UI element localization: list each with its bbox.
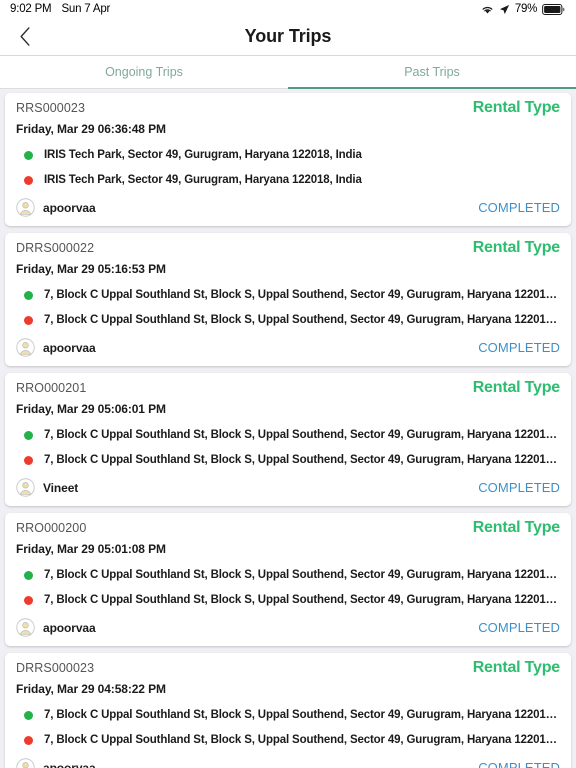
- tab-ongoing-trips-label: Ongoing Trips: [105, 65, 183, 79]
- trip-datetime: Friday, Mar 29 05:01:08 PM: [16, 542, 166, 556]
- page-title: Your Trips: [244, 26, 332, 46]
- status-badge: COMPLETED: [478, 480, 560, 495]
- trip-id: DRRS000023: [16, 661, 95, 675]
- pickup-address: IRIS Tech Park, Sector 49, Gurugram, Har…: [44, 149, 362, 161]
- trip-type-label: Rental Type: [472, 239, 561, 256]
- trip-card-footer: apoorvaa COMPLETED: [16, 338, 560, 357]
- tab-past-trips[interactable]: Past Trips: [288, 56, 576, 89]
- pickup-dot-icon: [24, 710, 33, 720]
- pickup-row: IRIS Tech Park, Sector 49, Gurugram, Har…: [16, 149, 560, 161]
- trip-card[interactable]: DRRS000023 Rental Type Friday, Mar 29 04…: [5, 653, 571, 768]
- trip-type-label: Rental Type: [472, 659, 561, 676]
- trip-card-footer: apoorvaa COMPLETED: [16, 618, 560, 637]
- trip-card-footer: Vineet COMPLETED: [16, 478, 560, 497]
- pickup-row: 7, Block C Uppal Southland St, Block S, …: [16, 569, 560, 581]
- trip-card[interactable]: DRRS000022 Rental Type Friday, Mar 29 05…: [5, 233, 571, 366]
- back-button[interactable]: [8, 18, 42, 55]
- avatar-icon: [16, 198, 35, 217]
- rider-name: Vineet: [43, 480, 79, 495]
- rider-name: apoorvaa: [43, 760, 96, 768]
- nav-bar: Your Trips: [0, 18, 576, 56]
- dropoff-address: 7, Block C Uppal Southland St, Block S, …: [44, 314, 560, 326]
- location-arrow-icon: [499, 4, 510, 15]
- trips-tab-bar: Ongoing Trips Past Trips: [0, 56, 576, 89]
- dropoff-dot-icon: [24, 455, 33, 465]
- dropoff-dot-icon: [24, 735, 33, 745]
- status-badge: COMPLETED: [478, 760, 560, 768]
- rider-info: apoorvaa: [16, 338, 96, 357]
- trip-id: DRRS000022: [16, 241, 95, 255]
- dropoff-row: 7, Block C Uppal Southland St, Block S, …: [16, 594, 560, 606]
- dropoff-row: 7, Block C Uppal Southland St, Block S, …: [16, 454, 560, 466]
- pickup-dot-icon: [24, 570, 33, 580]
- pickup-address: 7, Block C Uppal Southland St, Block S, …: [44, 569, 560, 581]
- trip-type-label: Rental Type: [472, 519, 561, 536]
- status-bar-left: 9:02 PM Sun 7 Apr: [10, 3, 110, 15]
- tab-ongoing-trips[interactable]: Ongoing Trips: [0, 56, 288, 88]
- trip-card-header: RRO000201 Rental Type: [16, 379, 561, 396]
- rider-info: apoorvaa: [16, 758, 96, 768]
- chevron-left-icon: [19, 26, 31, 47]
- trip-card[interactable]: RRS000023 Rental Type Friday, Mar 29 06:…: [5, 93, 571, 226]
- pickup-dot-icon: [24, 290, 33, 300]
- pickup-row: 7, Block C Uppal Southland St, Block S, …: [16, 429, 560, 441]
- trip-card[interactable]: RRO000200 Rental Type Friday, Mar 29 05:…: [5, 513, 571, 646]
- trip-card-footer: apoorvaa COMPLETED: [16, 198, 560, 217]
- status-bar: 9:02 PM Sun 7 Apr 79%: [0, 0, 576, 18]
- rider-info: apoorvaa: [16, 618, 96, 637]
- dropoff-row: IRIS Tech Park, Sector 49, Gurugram, Har…: [16, 174, 560, 186]
- trip-id: RRS000023: [16, 101, 86, 115]
- dropoff-address: 7, Block C Uppal Southland St, Block S, …: [44, 594, 560, 606]
- status-badge: COMPLETED: [478, 340, 560, 355]
- pickup-address: 7, Block C Uppal Southland St, Block S, …: [44, 289, 560, 301]
- trip-card-header: DRRS000023 Rental Type: [16, 659, 561, 676]
- trip-type-label: Rental Type: [472, 99, 561, 116]
- rider-info: apoorvaa: [16, 198, 96, 217]
- battery-icon: [542, 3, 566, 15]
- trip-card-header: RRO000200 Rental Type: [16, 519, 561, 536]
- dropoff-row: 7, Block C Uppal Southland St, Block S, …: [16, 734, 560, 746]
- dropoff-row: 7, Block C Uppal Southland St, Block S, …: [16, 314, 560, 326]
- rider-name: apoorvaa: [43, 340, 96, 355]
- rider-name: apoorvaa: [43, 620, 96, 635]
- avatar-icon: [16, 338, 35, 357]
- pickup-dot-icon: [24, 430, 33, 440]
- tab-past-trips-label: Past Trips: [404, 65, 460, 79]
- trip-datetime: Friday, Mar 29 04:58:22 PM: [16, 682, 166, 696]
- rider-info: Vineet: [16, 478, 78, 497]
- trip-type-label: Rental Type: [472, 379, 561, 396]
- status-badge: COMPLETED: [478, 620, 560, 635]
- pickup-address: 7, Block C Uppal Southland St, Block S, …: [44, 709, 560, 721]
- trip-card[interactable]: RRO000201 Rental Type Friday, Mar 29 05:…: [5, 373, 571, 506]
- pickup-address: 7, Block C Uppal Southland St, Block S, …: [44, 429, 560, 441]
- pickup-row: 7, Block C Uppal Southland St, Block S, …: [16, 289, 560, 301]
- dropoff-dot-icon: [24, 595, 33, 605]
- trip-card-footer: apoorvaa COMPLETED: [16, 758, 560, 768]
- dropoff-address: IRIS Tech Park, Sector 49, Gurugram, Har…: [44, 174, 362, 186]
- trip-id: RRO000200: [16, 521, 87, 535]
- pickup-row: 7, Block C Uppal Southland St, Block S, …: [16, 709, 560, 721]
- dropoff-address: 7, Block C Uppal Southland St, Block S, …: [44, 454, 560, 466]
- trip-datetime: Friday, Mar 29 05:06:01 PM: [16, 402, 166, 416]
- wifi-icon: [481, 4, 494, 15]
- trip-card-header: RRS000023 Rental Type: [16, 99, 561, 116]
- avatar-icon: [16, 618, 35, 637]
- avatar-icon: [16, 758, 35, 768]
- avatar-icon: [16, 478, 35, 497]
- status-time: 9:02 PM: [10, 3, 52, 15]
- dropoff-dot-icon: [24, 175, 33, 185]
- status-date: Sun 7 Apr: [61, 3, 111, 15]
- status-badge: COMPLETED: [478, 200, 560, 215]
- trip-id: RRO000201: [16, 381, 87, 395]
- battery-percent-label: 79%: [514, 3, 537, 15]
- rider-name: apoorvaa: [43, 200, 96, 215]
- status-bar-right: 79%: [481, 3, 566, 15]
- dropoff-dot-icon: [24, 315, 33, 325]
- trip-card-header: DRRS000022 Rental Type: [16, 239, 561, 256]
- pickup-dot-icon: [24, 150, 33, 160]
- trip-datetime: Friday, Mar 29 06:36:48 PM: [16, 122, 166, 136]
- dropoff-address: 7, Block C Uppal Southland St, Block S, …: [44, 734, 560, 746]
- trip-datetime: Friday, Mar 29 05:16:53 PM: [16, 262, 166, 276]
- trip-list[interactable]: RRS000023 Rental Type Friday, Mar 29 06:…: [0, 89, 576, 768]
